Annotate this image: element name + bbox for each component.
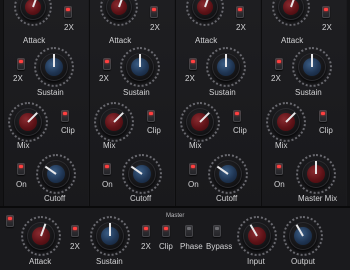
cutoff-knob-3[interactable] — [208, 154, 248, 194]
sustain-knob-3[interactable] — [206, 47, 246, 87]
twox-button-4[interactable] — [322, 6, 330, 18]
phase-label: Phase — [180, 242, 203, 251]
sustain-label-1: Sustain — [37, 88, 64, 97]
attack-knob-3[interactable] — [186, 0, 224, 26]
twox-button-3[interactable] — [236, 6, 244, 18]
twox-label-4: 2X — [322, 23, 332, 32]
attack-knob-1[interactable] — [14, 0, 52, 26]
clip-button-1[interactable] — [61, 110, 69, 122]
attack-label-2: Attack — [109, 36, 132, 45]
twox-toggle-1[interactable] — [17, 58, 25, 70]
twox-toggle-label-3: 2X — [185, 74, 195, 83]
attack-label-3: Attack — [195, 36, 218, 45]
master-attack-knob[interactable] — [21, 216, 61, 256]
master-title: Master — [166, 213, 185, 219]
cutoff-label-2: Cutoff — [130, 194, 152, 203]
attack-knob-2[interactable] — [100, 0, 138, 26]
master-led-button[interactable] — [6, 215, 14, 227]
master-sustain-label: Sustain — [96, 257, 123, 266]
mix-label-4: Mix — [275, 141, 288, 150]
clip-label-2: Clip — [147, 126, 161, 135]
master-twox-b-button[interactable] — [142, 225, 150, 237]
mix-label-3: Mix — [189, 141, 202, 150]
cutoff-knob-2[interactable] — [122, 154, 162, 194]
mix-label-2: Mix — [103, 141, 116, 150]
master-twox-b-label: 2X — [141, 242, 151, 251]
sustain-label-4: Sustain — [295, 88, 322, 97]
master-clip-button[interactable] — [162, 225, 170, 237]
twox-button-1[interactable] — [64, 6, 72, 18]
sustain-label-3: Sustain — [209, 88, 236, 97]
clip-label-1: Clip — [61, 126, 75, 135]
output-knob[interactable] — [283, 216, 323, 256]
twox-label-3: 2X — [236, 23, 246, 32]
clip-label-3: Clip — [233, 126, 247, 135]
input-knob[interactable] — [237, 216, 277, 256]
twox-toggle-label-1: 2X — [13, 74, 23, 83]
cutoff-knob-1[interactable] — [36, 154, 76, 194]
bypass-label: Bypass — [206, 242, 233, 251]
on-button-1[interactable] — [17, 163, 25, 175]
on-button-2[interactable] — [103, 163, 111, 175]
mix-knob-3[interactable] — [180, 102, 220, 142]
master-twox-a-label: 2X — [70, 242, 80, 251]
twox-toggle-4[interactable] — [275, 58, 283, 70]
master-mix-knob[interactable] — [296, 154, 336, 194]
phase-button[interactable] — [185, 225, 193, 237]
sustain-label-2: Sustain — [123, 88, 150, 97]
on-label-3: On — [188, 180, 199, 189]
bypass-button[interactable] — [213, 225, 221, 237]
twox-toggle-label-4: 2X — [271, 74, 281, 83]
twox-button-2[interactable] — [150, 6, 158, 18]
attack-label-1: Attack — [23, 36, 46, 45]
on-button-4[interactable] — [275, 163, 283, 175]
on-label-4: On — [274, 180, 285, 189]
twox-label-1: 2X — [64, 23, 74, 32]
mix-knob-2[interactable] — [94, 102, 134, 142]
attack-label-4: Attack — [281, 36, 304, 45]
cutoff-label-3: Cutoff — [216, 194, 238, 203]
on-label-1: On — [16, 180, 27, 189]
master-clip-label: Clip — [159, 242, 173, 251]
clip-button-4[interactable] — [319, 110, 327, 122]
clip-label-4: Clip — [319, 126, 333, 135]
twox-toggle-3[interactable] — [189, 58, 197, 70]
master-attack-label: Attack — [29, 257, 52, 266]
master-mix-label: Master Mix — [298, 194, 338, 203]
attack-knob-4[interactable] — [272, 0, 310, 26]
on-button-3[interactable] — [189, 163, 197, 175]
twox-toggle-2[interactable] — [103, 58, 111, 70]
cutoff-label-1: Cutoff — [44, 194, 66, 203]
clip-button-3[interactable] — [233, 110, 241, 122]
master-sustain-knob[interactable] — [90, 216, 130, 256]
twox-label-2: 2X — [150, 23, 160, 32]
mix-knob-4[interactable] — [266, 102, 306, 142]
clip-button-2[interactable] — [147, 110, 155, 122]
master-twox-a-button[interactable] — [71, 225, 79, 237]
mix-knob-1[interactable] — [8, 102, 48, 142]
sustain-knob-2[interactable] — [120, 47, 160, 87]
sustain-knob-4[interactable] — [292, 47, 332, 87]
sustain-knob-1[interactable] — [34, 47, 74, 87]
output-label: Output — [291, 257, 316, 266]
input-label: Input — [247, 257, 265, 266]
mix-label-1: Mix — [17, 141, 30, 150]
twox-toggle-label-2: 2X — [99, 74, 109, 83]
on-label-2: On — [102, 180, 113, 189]
